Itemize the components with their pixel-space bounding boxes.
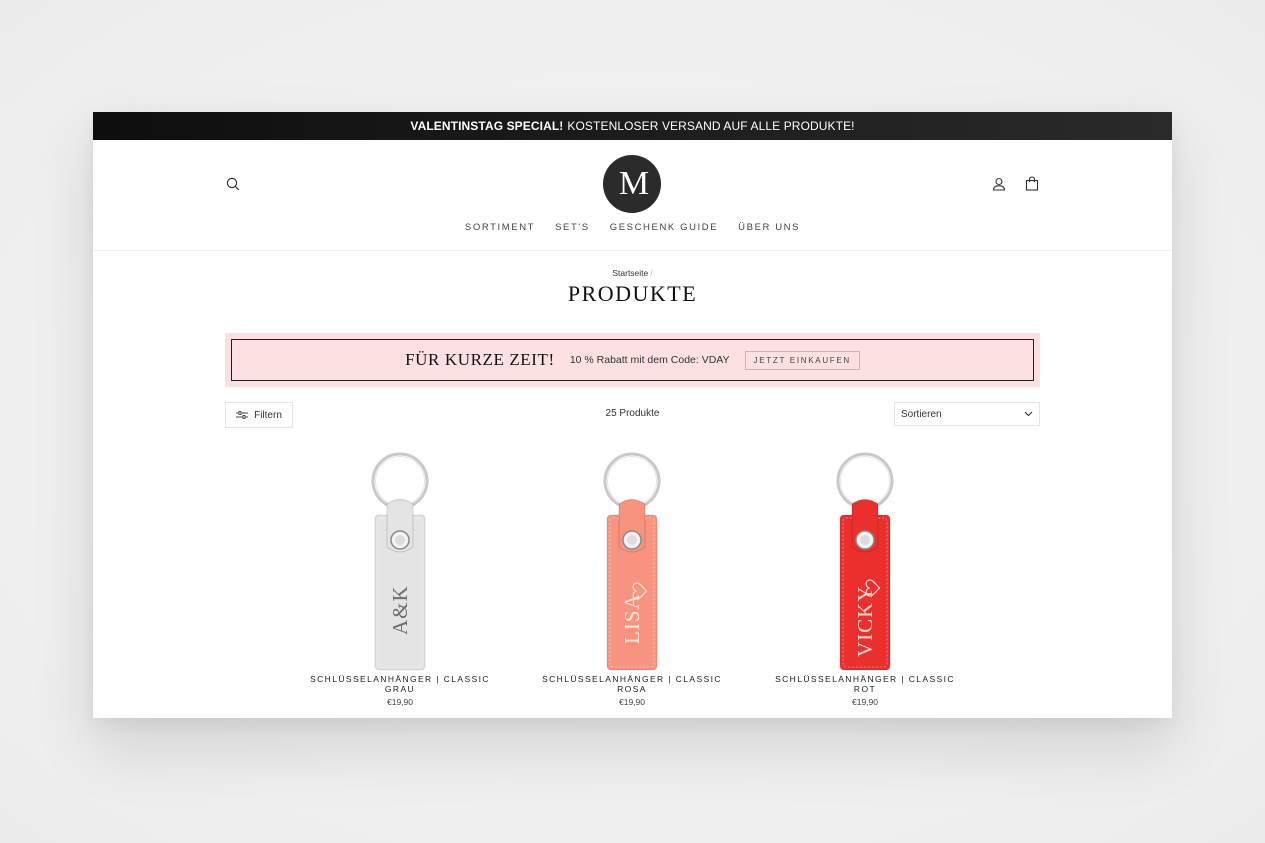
search-button[interactable] xyxy=(222,173,244,195)
collection-toolbar: Filtern 25 Produkte Sortieren xyxy=(225,402,1040,428)
breadcrumb-home[interactable]: Startseite xyxy=(612,268,648,278)
product-image[interactable]: VICKY xyxy=(825,451,905,671)
page-title: PRODUKTE xyxy=(567,281,698,306)
product-price: €19,90 xyxy=(387,697,413,707)
nav-item-sets[interactable]: SET'S xyxy=(555,222,590,233)
product-title[interactable]: SCHLÜSSELANHÄNGER | CLASSIC GRAU xyxy=(300,674,500,694)
product-title[interactable]: SCHLÜSSELANHÄNGER | CLASSIC ROSA xyxy=(532,674,732,694)
promo-heading: FÜR KURZE ZEIT! xyxy=(405,350,555,369)
product-image[interactable]: A&K xyxy=(360,451,440,671)
nav-item-geschenk-guide[interactable]: GESCHENK GUIDE xyxy=(610,222,718,233)
nav-item-sortiment[interactable]: SORTIMENT xyxy=(465,222,535,233)
nav-item-ueber-uns[interactable]: ÜBER UNS xyxy=(738,222,800,233)
sort-select[interactable]: Sortieren xyxy=(894,402,1040,426)
promo-banner-border: FÜR KURZE ZEIT! 10 % Rabatt mit dem Code… xyxy=(231,339,1034,381)
promo-banner: FÜR KURZE ZEIT! 10 % Rabatt mit dem Code… xyxy=(225,333,1040,387)
cart-button[interactable] xyxy=(1021,172,1043,194)
product-price: €19,90 xyxy=(852,697,878,707)
product-card[interactable]: LISA SCHLÜSSELANHÄNGER | CLASSIC ROSA €1… xyxy=(532,451,732,707)
main-nav: SORTIMENT SET'S GESCHENK GUIDE ÜBER UNS xyxy=(93,222,1172,233)
announcement-bold: VALENTINSTAG SPECIAL! xyxy=(410,119,564,133)
announcement-text: KOSTENLOSER VERSAND AUF ALLE PRODUKTE! xyxy=(567,119,855,133)
engraving-text: VICKY xyxy=(853,586,877,658)
user-icon xyxy=(992,177,1006,191)
logo-text: M xyxy=(618,165,649,202)
announcement-bar: VALENTINSTAG SPECIAL! KOSTENLOSER VERSAN… xyxy=(93,112,1172,140)
browser-page: VALENTINSTAG SPECIAL! KOSTENLOSER VERSAN… xyxy=(93,112,1172,718)
product-card[interactable]: A&K SCHLÜSSELANHÄNGER | CLASSIC GRAU €19… xyxy=(300,451,500,707)
product-image[interactable]: LISA xyxy=(592,451,672,671)
engraving-text: A&K xyxy=(388,585,412,635)
search-icon xyxy=(226,177,240,191)
account-button[interactable] xyxy=(988,173,1010,195)
promo-text: 10 % Rabatt mit dem Code: VDAY xyxy=(569,354,730,366)
engraving-text: LISA xyxy=(620,593,644,644)
shopping-bag-icon xyxy=(1025,175,1039,191)
product-card[interactable]: VICKY SCHLÜSSELANHÄNGER | CLASSIC ROT €1… xyxy=(765,451,965,707)
shop-now-button[interactable]: JETZT EINKAUFEN xyxy=(744,350,860,370)
product-title[interactable]: SCHLÜSSELANHÄNGER | CLASSIC ROT xyxy=(765,674,965,694)
sort-label: Sortieren xyxy=(901,408,942,420)
product-price: €19,90 xyxy=(619,697,645,707)
logo[interactable]: M xyxy=(603,155,661,213)
breadcrumb: Startseite / xyxy=(93,268,1172,278)
chevron-down-icon xyxy=(1024,411,1033,417)
breadcrumb-separator: / xyxy=(650,268,653,278)
site-header: M SORTIMENT SET'S GESCHENK GUIDE ÜBER UN… xyxy=(93,140,1172,251)
